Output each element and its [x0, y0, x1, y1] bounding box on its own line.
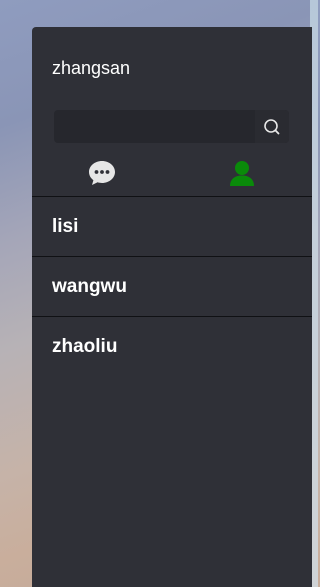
search-input[interactable] [54, 110, 254, 143]
contact-name: wangwu [52, 276, 127, 297]
search-button[interactable] [255, 110, 289, 143]
contact-name: zhaoliu [52, 336, 118, 357]
contact-item-wangwu[interactable]: wangwu [32, 256, 312, 316]
current-username: zhangsan [52, 58, 131, 78]
contact-list: lisi wangwu zhaoliu [32, 196, 312, 376]
contact-item-zhaoliu[interactable]: zhaoliu [32, 316, 312, 376]
tab-chat[interactable] [72, 155, 132, 191]
tab-bar [32, 155, 312, 197]
chat-bubble-icon [89, 161, 115, 185]
person-icon [230, 161, 254, 186]
search-box [54, 110, 289, 143]
chat-sidebar-panel: zhangsan lisi wangwu zhaoliu [32, 27, 312, 587]
tab-contacts[interactable] [212, 155, 272, 191]
contact-item-lisi[interactable]: lisi [32, 196, 312, 256]
search-icon [264, 118, 280, 134]
contact-name: lisi [52, 216, 79, 237]
